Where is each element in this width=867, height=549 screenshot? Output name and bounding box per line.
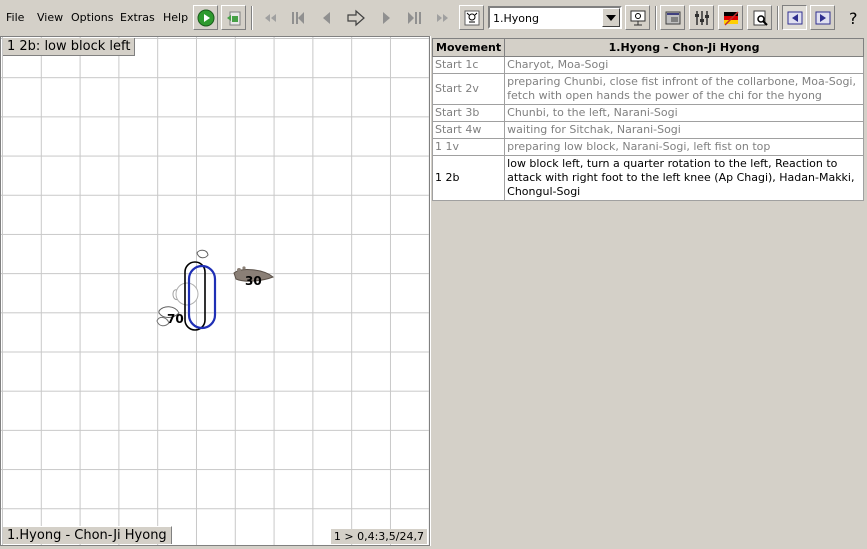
play-icon <box>197 9 214 26</box>
fast-back-button[interactable] <box>257 5 282 30</box>
description-cell: preparing low block, Narani-Sogi, left f… <box>504 138 864 156</box>
help-icon: ? <box>849 9 858 27</box>
description-cell: Charyot, Moa-Sogi <box>504 56 864 74</box>
form-canvas[interactable]: 1 2b: low block left 30 70 1.Hyong - Cho… <box>0 36 430 546</box>
table-row[interactable]: 1 1v preparing low block, Narani-Sogi, l… <box>431 138 864 156</box>
view-right-icon <box>815 11 830 24</box>
figure-icon <box>464 10 479 25</box>
chevron-down-icon <box>606 14 616 21</box>
movement-cell: 1 2b <box>431 155 506 201</box>
menu-help[interactable]: Help <box>163 11 188 24</box>
skip-to-end-icon <box>407 11 421 24</box>
description-cell: Chunbi, to the left, Narani-Sogi <box>504 104 864 122</box>
view-left-button[interactable] <box>782 5 807 30</box>
toolbar: File View Options Extras Help 1.Hyong ? <box>0 0 867 36</box>
right-foot-weight: 30 <box>245 274 262 288</box>
language-button[interactable] <box>718 5 743 30</box>
movement-table-panel: Movement 1.Hyong - Chon-Ji Hyong Start 1… <box>431 38 864 546</box>
description-cell: low block left, turn a quarter rotation … <box>504 155 864 201</box>
movement-cell: Start 1c <box>431 56 506 74</box>
table-row-current[interactable]: 1 2b low block left, turn a quarter rota… <box>431 155 864 201</box>
table-row[interactable]: Start 2v preparing Chunbi, close fist in… <box>431 73 864 105</box>
settings-sliders-icon <box>694 10 709 25</box>
menu-extras[interactable]: Extras <box>120 11 155 24</box>
next-icon <box>382 11 390 24</box>
table-row[interactable]: Start 3b Chunbi, to the left, Narani-Sog… <box>431 104 864 122</box>
figure-button[interactable] <box>459 5 484 30</box>
menu-file[interactable]: File <box>6 11 24 24</box>
last-button[interactable] <box>401 5 426 30</box>
go-button[interactable] <box>343 5 368 30</box>
toolbar-separator <box>777 6 779 30</box>
toolbar-separator <box>655 6 657 30</box>
description-cell: preparing Chunbi, close fist infront of … <box>504 73 864 105</box>
previous-button[interactable] <box>314 5 339 30</box>
export-button[interactable] <box>221 5 246 30</box>
window-icon <box>665 11 680 24</box>
settings-button[interactable] <box>689 5 714 30</box>
menu-view[interactable]: View <box>37 11 63 24</box>
movement-cell: 1 1v <box>431 138 506 156</box>
presentation-icon <box>630 10 645 25</box>
fast-forward-button[interactable] <box>430 5 455 30</box>
svg-text:?: ? <box>849 9 858 27</box>
german-flag-icon <box>723 10 739 26</box>
print-preview-icon <box>753 10 768 26</box>
print-preview-button[interactable] <box>747 5 772 30</box>
column-header-description[interactable]: 1.Hyong - Chon-Ji Hyong <box>504 38 864 57</box>
view-right-button[interactable] <box>810 5 835 30</box>
movement-cell: Start 3b <box>431 104 506 122</box>
presentation-button[interactable] <box>625 5 650 30</box>
window-button[interactable] <box>660 5 685 30</box>
toolbar-separator <box>251 6 253 30</box>
skip-to-start-icon <box>291 11 304 24</box>
movement-cell: Start 4w <box>431 121 506 139</box>
export-icon <box>226 11 240 25</box>
go-outline-arrow-icon <box>346 9 365 26</box>
form-select[interactable]: 1.Hyong <box>488 6 622 29</box>
movement-table: Movement 1.Hyong - Chon-Ji Hyong Start 1… <box>431 38 864 201</box>
table-row[interactable]: Start 4w waiting for Sitchak, Narani-Sog… <box>431 121 864 139</box>
left-foot-weight: 70 <box>167 312 184 326</box>
movement-cell: Start 2v <box>431 73 506 105</box>
menu-options[interactable]: Options <box>71 11 113 24</box>
form-select-value: 1.Hyong <box>493 12 539 25</box>
play-button[interactable] <box>193 5 218 30</box>
previous-icon <box>322 11 330 24</box>
next-button[interactable] <box>373 5 398 30</box>
column-header-movement[interactable]: Movement <box>431 38 506 57</box>
dropdown-button[interactable] <box>602 8 620 27</box>
step-forward-icon <box>436 13 448 22</box>
view-left-icon <box>787 11 802 24</box>
first-button[interactable] <box>285 5 310 30</box>
form-name-label: 1.Hyong - Chon-Ji Hyong <box>3 526 172 544</box>
description-cell: waiting for Sitchak, Narani-Sogi <box>504 121 864 139</box>
table-row[interactable]: Start 1c Charyot, Moa-Sogi <box>431 56 864 74</box>
fighter-figure: 30 70 <box>156 249 274 331</box>
step-back-icon <box>264 13 276 22</box>
help-button[interactable]: ? <box>840 5 865 30</box>
coordinates-readout: 1 > 0,4:3,5/24,7 <box>330 529 427 544</box>
